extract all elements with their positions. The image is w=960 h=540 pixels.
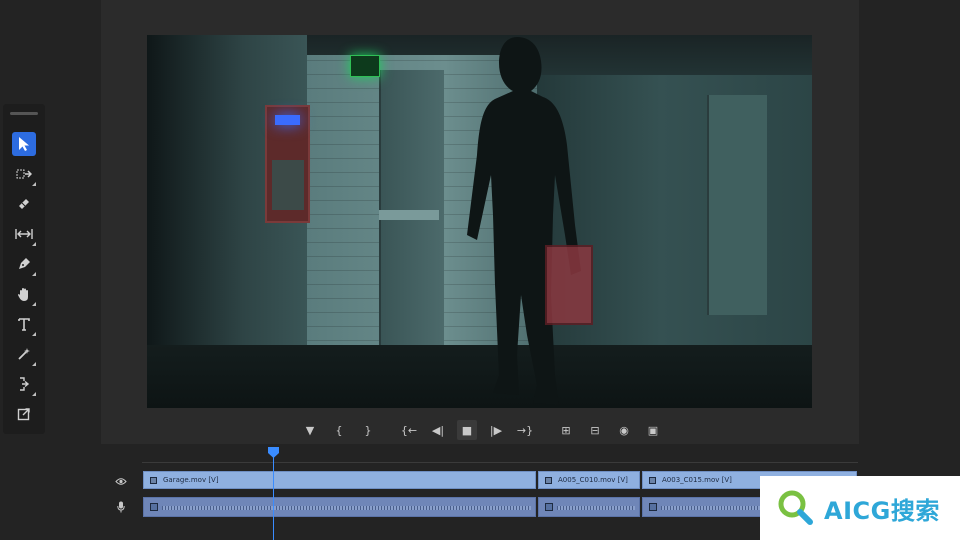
magic-wand-icon	[18, 348, 30, 360]
insert-icon: ⊞	[561, 423, 571, 437]
clip-label: Garage.mov [V]	[163, 476, 219, 484]
step-back-button[interactable]: ◀|	[428, 420, 448, 440]
razor-tool[interactable]	[12, 192, 36, 216]
step-forward-icon: |▶	[489, 423, 503, 437]
add-marker-button[interactable]: ▼	[300, 420, 320, 440]
ripple-edit-tool[interactable]	[12, 372, 36, 396]
panel-grip[interactable]	[10, 112, 38, 115]
magnifier-logo-icon	[778, 490, 813, 525]
audio-clip[interactable]	[143, 497, 536, 517]
type-tool[interactable]	[12, 312, 36, 336]
overwrite-button[interactable]: ⊟	[585, 420, 605, 440]
tools-panel	[3, 104, 45, 434]
pen-icon	[19, 258, 30, 269]
eye-icon	[115, 478, 127, 485]
audio-track-toggle[interactable]	[117, 501, 125, 516]
mark-in-button[interactable]: {	[329, 420, 349, 440]
arrow-pointer-icon	[19, 137, 29, 151]
premiere-editor: ▼ { } {← ◀| ■ |▶ →} ⊞ ⊟ ◉ ▣ Garage.mov […	[0, 0, 960, 540]
clip-label: A005_C010.mov [V]	[558, 476, 628, 484]
ripple-edit-icon	[20, 377, 30, 391]
video-clip[interactable]: A005_C010.mov [V]	[538, 471, 640, 489]
transport-controls: ▼ { } {← ◀| ■ |▶ →} ⊞ ⊟ ◉ ▣	[300, 420, 672, 440]
playhead-line[interactable]	[273, 452, 274, 540]
go-to-out-button[interactable]: →}	[515, 420, 535, 440]
step-forward-button[interactable]: |▶	[486, 420, 506, 440]
microphone-icon	[117, 501, 125, 513]
export-frame-icon	[17, 408, 30, 421]
clip-fx-icon	[545, 476, 552, 484]
clip-fx-icon	[649, 503, 657, 511]
clip-fx-icon	[150, 476, 157, 484]
go-to-out-icon: →}	[516, 423, 534, 437]
mark-in-icon: {	[335, 423, 343, 437]
marker-icon: ▼	[305, 423, 315, 437]
stop-button[interactable]: ■	[457, 420, 477, 440]
audio-waveform	[557, 506, 635, 510]
selection-tool[interactable]	[12, 132, 36, 156]
watermark: AICG搜索	[760, 476, 960, 540]
comparison-view-icon: ▣	[647, 423, 659, 437]
clip-fx-icon	[150, 503, 158, 511]
insert-button[interactable]: ⊞	[556, 420, 576, 440]
scene-exit-sign	[350, 55, 380, 77]
export-frame-button[interactable]: ◉	[614, 420, 634, 440]
scene-ledge	[379, 210, 439, 220]
clip-fx-icon	[545, 503, 553, 511]
camera-icon: ◉	[619, 423, 629, 437]
overwrite-icon: ⊟	[590, 423, 600, 437]
step-back-icon: ◀|	[431, 423, 445, 437]
timeline-ruler[interactable]	[142, 449, 858, 463]
mark-out-icon: }	[364, 423, 372, 437]
video-track-toggle[interactable]	[115, 476, 127, 489]
export-frame-tool[interactable]	[12, 402, 36, 426]
stop-icon: ■	[461, 423, 473, 437]
mark-out-button[interactable]: }	[358, 420, 378, 440]
video-clip[interactable]: Garage.mov [V]	[143, 471, 536, 489]
audio-waveform	[162, 506, 531, 510]
clip-label: A003_C015.mov [V]	[662, 476, 732, 484]
slip-tool[interactable]	[12, 222, 36, 246]
magic-wand-tool[interactable]	[12, 342, 36, 366]
scene-suitcase	[545, 245, 593, 325]
comparison-view-button[interactable]: ▣	[643, 420, 663, 440]
scene-person-silhouette	[467, 37, 581, 405]
slip-icon	[15, 229, 33, 239]
program-monitor-video-frame[interactable]	[147, 35, 812, 408]
scene-corridor-door	[707, 95, 767, 315]
track-select-forward-tool[interactable]	[12, 162, 36, 186]
audio-clip[interactable]	[538, 497, 640, 517]
type-icon	[18, 318, 30, 331]
clip-fx-icon	[649, 476, 656, 484]
go-to-in-icon: {←	[400, 423, 418, 437]
razor-icon	[19, 199, 29, 209]
go-to-in-button[interactable]: {←	[399, 420, 419, 440]
scene-phone-panel	[272, 160, 304, 210]
watermark-text: AICG搜索	[824, 496, 940, 525]
track-select-icon	[16, 169, 32, 179]
scene-phone-light	[275, 115, 300, 125]
hand-tool[interactable]	[12, 282, 36, 306]
pen-tool[interactable]	[12, 252, 36, 276]
hand-icon	[18, 287, 28, 301]
